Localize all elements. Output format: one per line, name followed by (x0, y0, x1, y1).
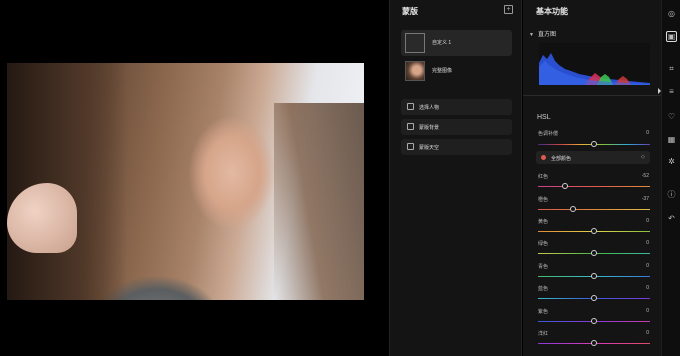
tone-compensation-label: 色调补偿 (538, 131, 559, 137)
select-subject-label: 选择人物 (419, 105, 440, 111)
slider-thumb[interactable] (591, 273, 597, 279)
yellow-value: 0 (646, 218, 649, 224)
cloud-icon (407, 143, 414, 150)
image-canvas[interactable] (0, 0, 389, 356)
image-icon (407, 123, 414, 130)
undo-icon[interactable]: ↶ (666, 213, 677, 224)
cyan-value: 0 (646, 263, 649, 269)
mask-card-label: 自定义 1 (432, 40, 452, 46)
mask-card-full-image[interactable]: 完整图像 (401, 58, 512, 84)
cyan-label: 青色 (538, 264, 549, 270)
slider-thumb[interactable] (591, 228, 597, 234)
magenta-label: 洋红 (538, 331, 549, 337)
effects-icon[interactable]: ✲ (666, 156, 677, 167)
triangle-down-icon: ▼ (529, 32, 534, 38)
hsl-title: HSL (537, 114, 551, 121)
mask-panel-title: 蒙版 (402, 7, 418, 16)
blue-value: 0 (646, 285, 649, 291)
red-label: 红色 (538, 174, 549, 180)
yellow-slider[interactable] (538, 228, 650, 234)
info-icon[interactable]: ⓘ (666, 189, 677, 200)
chevron-updown-icon: ◇ (641, 154, 645, 160)
plus-square-icon[interactable]: + (504, 5, 513, 14)
purple-slider[interactable] (538, 318, 650, 324)
color-select-label: 全部颜色 (551, 156, 572, 162)
mask-icon[interactable]: ♡ (666, 111, 677, 122)
active-tool-indicator (658, 88, 661, 94)
slider-thumb[interactable] (591, 141, 597, 147)
blue-slider[interactable] (538, 295, 650, 301)
photo[interactable] (7, 63, 364, 300)
blue-label: 蓝色 (538, 286, 549, 292)
person-icon (407, 103, 414, 110)
adjustments-title: 基本功能 (536, 7, 568, 16)
slider-thumb[interactable] (591, 340, 597, 346)
cyan-slider[interactable] (538, 273, 650, 279)
mask-background-label: 蒙版背景 (419, 125, 440, 131)
mask-sky-label: 蒙版天空 (419, 145, 440, 151)
histogram-label: 直方图 (537, 32, 556, 38)
magenta-slider[interactable] (538, 340, 650, 346)
histogram-toggle[interactable]: ▼ 直方图 (529, 29, 556, 38)
purple-label: 紫色 (538, 309, 549, 315)
mask-background-button[interactable]: 蒙版背景 (401, 119, 512, 135)
presets-icon[interactable]: ◎ (666, 8, 677, 19)
histogram-graph (539, 53, 650, 85)
tone-compensation-slider[interactable] (538, 141, 650, 147)
mask-thumbnail (405, 33, 425, 53)
select-subject-button[interactable]: 选择人物 (401, 99, 512, 115)
slider-thumb[interactable] (591, 318, 597, 324)
slider-thumb[interactable] (561, 183, 568, 189)
slider-thumb[interactable] (570, 206, 577, 212)
basic-adjust-icon[interactable]: ▣ (666, 31, 677, 42)
photo-editor: 蒙版 + 自定义 1 完整图像 选择人物 蒙版背景 蒙版天空 基本功能 ▼ 直方图 (0, 0, 680, 356)
photo-hair-right (274, 103, 364, 300)
orange-label: 橙色 (538, 197, 549, 203)
green-label: 绿色 (538, 241, 549, 247)
mask-card-custom[interactable]: 自定义 1 (401, 30, 512, 56)
color-select-dropdown[interactable]: 全部颜色 ◇ (536, 151, 650, 164)
slider-thumb[interactable] (591, 250, 597, 256)
section-divider (523, 95, 661, 96)
histogram (539, 43, 650, 85)
yellow-label: 黄色 (538, 219, 549, 225)
mask-card-label: 完整图像 (432, 68, 453, 74)
mask-thumbnail (405, 61, 425, 81)
magenta-value: 0 (646, 330, 649, 336)
mask-sky-button[interactable]: 蒙版天空 (401, 139, 512, 155)
crop-icon[interactable]: ⌗ (666, 63, 677, 74)
orange-value: -37 (641, 196, 649, 202)
photo-hair-left (7, 63, 127, 300)
adjustments-panel: 基本功能 ▼ 直方图 HSL 色调补偿 0 全部颜色 ◇ 红色 -52 橙色 -… (523, 0, 661, 356)
green-value: 0 (646, 240, 649, 246)
tool-strip: ◎ ▣ ⌗ ≡ ♡ ▦ ✲ ⓘ ↶ (661, 0, 680, 356)
purple-value: 0 (646, 308, 649, 314)
sliders-icon[interactable]: ≡ (666, 86, 677, 97)
red-slider[interactable] (538, 183, 650, 189)
mask-panel: 蒙版 + 自定义 1 完整图像 选择人物 蒙版背景 蒙版天空 (389, 0, 522, 356)
slider-thumb[interactable] (591, 295, 597, 301)
orange-slider[interactable] (538, 206, 650, 212)
red-value: -52 (641, 173, 649, 179)
grid-icon[interactable]: ▦ (666, 134, 677, 145)
green-slider[interactable] (538, 250, 650, 256)
color-swatch (541, 155, 546, 160)
tone-compensation-value: 0 (646, 130, 649, 136)
